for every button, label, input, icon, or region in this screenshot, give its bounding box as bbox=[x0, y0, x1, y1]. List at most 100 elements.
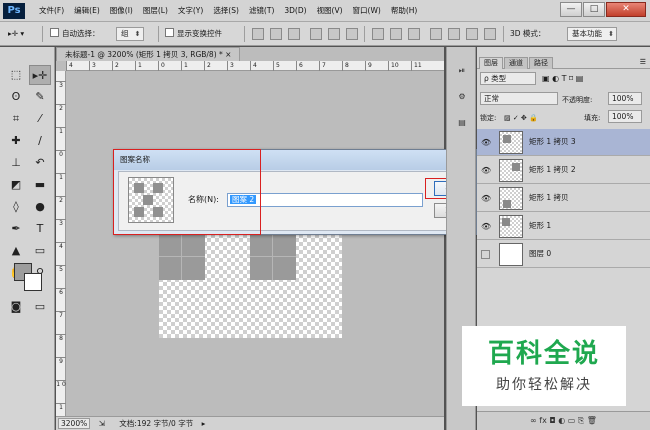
eyedropper-tool-icon[interactable]: ⁄ bbox=[29, 109, 51, 129]
dodge-tool-icon[interactable]: ● bbox=[29, 197, 51, 217]
align-left-icon[interactable] bbox=[310, 28, 322, 40]
status-export-icon[interactable]: ⇲ bbox=[99, 419, 105, 428]
document-close-icon[interactable]: × bbox=[225, 50, 231, 59]
distribute-vcenter-icon[interactable] bbox=[390, 28, 402, 40]
menu-file[interactable]: 文件(F) bbox=[34, 0, 69, 22]
visibility-eye-icon[interactable]: 👁 bbox=[481, 222, 491, 231]
menu-layer[interactable]: 图层(L) bbox=[138, 0, 173, 22]
distribute-top-icon[interactable] bbox=[372, 28, 384, 40]
panel-action-icons[interactable]: ∞ fx ◘ ◐ ▭ ⎘ 🗑 bbox=[530, 412, 597, 430]
layer-row[interactable]: 👁 矩形 1 拷贝 2 bbox=[477, 157, 650, 184]
blur-tool-icon[interactable]: ◊ bbox=[5, 197, 27, 217]
layer-filter-dropdown[interactable]: ρ 类型 bbox=[480, 72, 536, 85]
properties-panel-icon[interactable]: ⚙ bbox=[451, 87, 473, 107]
options-bar: ▸✛ ▾ 自动选择： 组 显示变换控件 3D 模式： 基本功能 bbox=[0, 22, 650, 46]
healing-brush-tool-icon[interactable]: ✚ bbox=[5, 131, 27, 151]
zoom-level[interactable]: 3200% bbox=[58, 418, 91, 429]
menu-filter[interactable]: 滤镜(T) bbox=[244, 0, 279, 22]
distribute-left-icon[interactable] bbox=[430, 28, 442, 40]
minimize-button[interactable]: — bbox=[560, 2, 582, 17]
menu-image[interactable]: 图像(I) bbox=[105, 0, 138, 22]
brush-tool-icon[interactable]: ∕ bbox=[29, 131, 51, 151]
visibility-eye-icon[interactable]: 👁 bbox=[481, 138, 491, 147]
align-vcenter-icon[interactable] bbox=[270, 28, 282, 40]
quick-mask-icon[interactable]: ◙ bbox=[5, 297, 27, 317]
vertical-ruler: 32101234567891 01 bbox=[56, 71, 66, 416]
type-tool-icon[interactable]: T bbox=[29, 219, 51, 239]
ruler-tick-label: 1 bbox=[181, 61, 188, 71]
align-bottom-icon[interactable] bbox=[288, 28, 300, 40]
layer-row[interactable]: 👁 矩形 1 bbox=[477, 213, 650, 240]
ruler-tick-label: 7 bbox=[56, 311, 66, 320]
screen-mode-icon[interactable]: ▭ bbox=[29, 297, 51, 317]
adjustments-panel-icon[interactable]: ▤ bbox=[451, 113, 473, 133]
move-tool-icon[interactable]: ▸✛ bbox=[29, 65, 51, 85]
quick-select-tool-icon[interactable]: ✎ bbox=[29, 87, 51, 107]
canvas[interactable] bbox=[159, 234, 342, 338]
auto-select-option[interactable]: 自动选择： bbox=[50, 27, 100, 41]
ruler-tick-label: 2 bbox=[56, 196, 66, 205]
blend-mode-dropdown[interactable]: 正常 bbox=[480, 92, 558, 105]
fill-input[interactable]: 100% bbox=[608, 110, 642, 123]
menu-view[interactable]: 视图(V) bbox=[312, 0, 348, 22]
layer-thumbnail bbox=[499, 187, 523, 210]
move-tool-preset-icon[interactable]: ▸✛ ▾ bbox=[8, 27, 24, 41]
show-transform-option[interactable]: 显示变换控件 bbox=[165, 27, 222, 41]
visibility-eye-icon[interactable]: 👁 bbox=[481, 166, 491, 175]
maximize-button[interactable]: □ bbox=[583, 2, 605, 17]
tab-layers[interactable]: 图层 bbox=[479, 57, 503, 69]
menu-select[interactable]: 选择(S) bbox=[208, 0, 244, 22]
menu-type[interactable]: 文字(Y) bbox=[173, 0, 208, 22]
show-transform-checkbox[interactable] bbox=[165, 28, 174, 37]
panel-menu-icon[interactable]: ☰ bbox=[640, 57, 646, 68]
ruler-tick-label: 0 bbox=[158, 61, 165, 71]
tab-channels[interactable]: 通道 bbox=[504, 57, 528, 69]
layer-row[interactable]: 图层 0 bbox=[477, 241, 650, 268]
document-size: 文档:192 字节/0 字节 bbox=[119, 419, 194, 428]
distribute-bottom-icon[interactable] bbox=[408, 28, 420, 40]
lock-icons[interactable]: ▨ ✓ ✥ 🔒 bbox=[504, 111, 538, 125]
auto-select-checkbox[interactable] bbox=[50, 28, 59, 37]
background-color-swatch[interactable] bbox=[24, 273, 42, 291]
tab-paths[interactable]: 路径 bbox=[529, 57, 553, 69]
menu-help[interactable]: 帮助(H) bbox=[386, 0, 423, 22]
opacity-input[interactable]: 100% bbox=[608, 92, 642, 105]
history-panel-icon[interactable]: ⏯ bbox=[451, 61, 473, 81]
align-right-icon[interactable] bbox=[346, 28, 358, 40]
marquee-tool-icon[interactable]: ⬚ bbox=[5, 65, 27, 85]
visibility-toggle[interactable] bbox=[481, 250, 490, 259]
ruler-tick-label: 4 bbox=[56, 242, 66, 251]
menu-window[interactable]: 窗口(W) bbox=[348, 0, 386, 22]
pen-tool-icon[interactable]: ✒ bbox=[5, 219, 27, 239]
status-menu-icon[interactable]: ▸ bbox=[202, 419, 206, 428]
eraser-tool-icon[interactable]: ◩ bbox=[5, 175, 27, 195]
document-tab[interactable]: 未标题-1 @ 3200% (矩形 1 拷贝 3, RGB/8) * × bbox=[56, 47, 241, 61]
layer-row[interactable]: 👁 矩形 1 拷贝 bbox=[477, 185, 650, 212]
auto-align-icon[interactable] bbox=[484, 28, 496, 40]
layer-name: 矩形 1 拷贝 3 bbox=[529, 137, 576, 146]
shape-tool-icon[interactable]: ▭ bbox=[29, 241, 51, 261]
path-select-tool-icon[interactable]: ▲ bbox=[5, 241, 27, 261]
crop-tool-icon[interactable]: ⌗ bbox=[5, 109, 27, 129]
distribute-right-icon[interactable] bbox=[466, 28, 478, 40]
workspace-dropdown[interactable]: 基本功能 bbox=[567, 27, 617, 41]
watermark-title: 百科全说 bbox=[487, 339, 600, 369]
filter-icons[interactable]: ▣ ◐ T ⌑ ▤ bbox=[542, 72, 583, 86]
lasso-tool-icon[interactable]: ʘ bbox=[5, 87, 27, 107]
align-hcenter-icon[interactable] bbox=[328, 28, 340, 40]
auto-select-dropdown[interactable]: 组 bbox=[116, 27, 144, 41]
gradient-tool-icon[interactable]: ▬ bbox=[29, 175, 51, 195]
visibility-eye-icon[interactable]: 👁 bbox=[481, 194, 491, 203]
close-window-button[interactable]: ✕ bbox=[606, 2, 646, 17]
menu-3d[interactable]: 3D(D) bbox=[279, 0, 311, 22]
clone-stamp-tool-icon[interactable]: ⊥ bbox=[5, 153, 27, 173]
ruler-tick-label: 8 bbox=[342, 61, 349, 71]
menu-edit[interactable]: 编辑(E) bbox=[69, 0, 105, 22]
thumbnail-shape bbox=[503, 200, 511, 208]
history-brush-tool-icon[interactable]: ↶ bbox=[29, 153, 51, 173]
layer-row[interactable]: 👁 矩形 1 拷贝 3 bbox=[477, 129, 650, 156]
photoshop-logo: Ps bbox=[3, 3, 25, 19]
distribute-hcenter-icon[interactable] bbox=[448, 28, 460, 40]
align-top-icon[interactable] bbox=[252, 28, 264, 40]
layer-name: 矩形 1 拷贝 bbox=[529, 193, 569, 202]
